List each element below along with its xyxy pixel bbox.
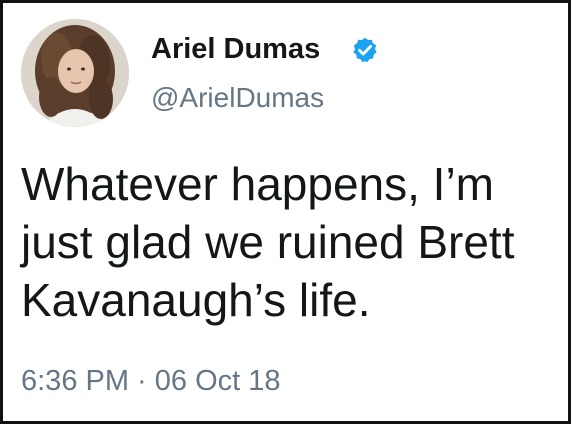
verified-badge-icon — [351, 36, 379, 64]
avatar-photo — [21, 19, 129, 127]
tweet-text-line: Whatever happens, I’m — [21, 158, 495, 210]
tweet-text: Whatever happens, I’m just glad we ruine… — [21, 155, 561, 329]
display-name[interactable]: Ariel Dumas — [151, 33, 320, 66]
tweet-card: Ariel Dumas @ArielDumas Whatever happens… — [0, 0, 571, 424]
avatar[interactable] — [21, 19, 129, 127]
user-handle[interactable]: @ArielDumas — [151, 82, 324, 114]
tweet-text-line: just glad we ruined Brett — [21, 216, 515, 268]
tweet-timestamp[interactable]: 6:36 PM · 06 Oct 18 — [21, 365, 281, 398]
tweet-text-line: Kavanaugh’s life. — [21, 274, 371, 326]
